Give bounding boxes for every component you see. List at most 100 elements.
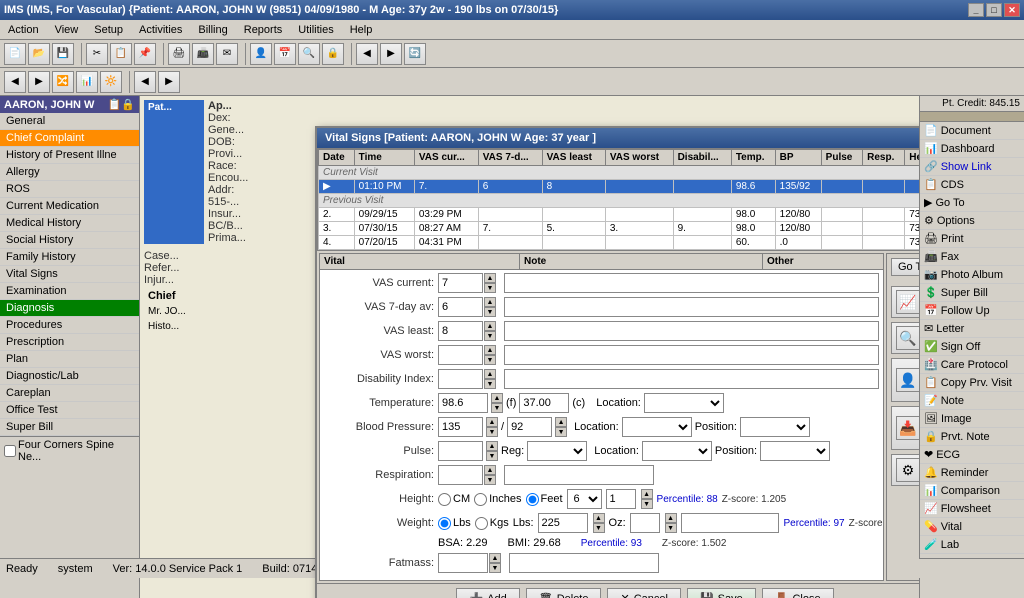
import-device-button[interactable]: 📥 Import from Device — [891, 406, 919, 450]
minimize-button[interactable]: _ — [968, 3, 984, 17]
sidebar-item-vital-signs[interactable]: Vital Signs — [0, 266, 139, 283]
vas-worst-up[interactable]: ▲ — [484, 345, 496, 355]
weight-lbs-up[interactable]: ▲ — [593, 513, 605, 523]
vas-7day-note[interactable] — [504, 297, 879, 317]
disability-input[interactable] — [438, 369, 483, 389]
weight-oz-input[interactable] — [630, 513, 660, 533]
table-row[interactable]: 3. 07/30/15 08:27 AM 7. 5. 3. 9. 98.0 12… — [319, 222, 920, 236]
delete-button[interactable]: 🗑 Delete — [526, 588, 602, 598]
tb-cut[interactable]: ✂ — [86, 43, 108, 65]
graph-button[interactable]: 📈 Graph — [891, 286, 919, 318]
tb2-btn2[interactable]: ▶ — [28, 71, 50, 93]
tb-search[interactable]: 🔍 — [298, 43, 320, 65]
bp-diastolic-input[interactable] — [507, 417, 552, 437]
pulse-position-select[interactable] — [760, 441, 830, 461]
sidebar-item-family-history[interactable]: Family History — [0, 249, 139, 266]
sidebar-item-current-med[interactable]: Current Medication — [0, 198, 139, 215]
sidebar-item-prescription[interactable]: Prescription — [0, 334, 139, 351]
right-item-goto[interactable]: ▶ Go To — [920, 194, 1024, 212]
menu-activities[interactable]: Activities — [135, 22, 186, 38]
tb-copy[interactable]: 📋 — [110, 43, 132, 65]
pulse-reg-select[interactable] — [527, 441, 587, 461]
tb2-btn7[interactable]: ▶ — [158, 71, 180, 93]
temperature-c-input[interactable] — [519, 393, 569, 413]
menu-help[interactable]: Help — [346, 22, 377, 38]
sidebar-item-office-test[interactable]: Office Test — [0, 402, 139, 419]
add-button[interactable]: ➕ Add — [456, 588, 519, 598]
vas-current-input[interactable] — [438, 273, 483, 293]
tb-open[interactable]: 📂 — [28, 43, 50, 65]
table-row[interactable]: 2. 09/29/15 03:29 PM 98.0 120/80 73.0 — [319, 208, 920, 222]
close-window-button[interactable]: ✕ — [1004, 3, 1020, 17]
analysis-button[interactable]: 🔍 Analysis — [891, 322, 919, 354]
goto-button[interactable]: Go To ▼ — [891, 258, 919, 276]
vas-least-down[interactable]: ▼ — [484, 331, 496, 341]
menu-reports[interactable]: Reports — [240, 22, 287, 38]
tb-back[interactable]: ◀ — [356, 43, 378, 65]
height-cm-radio-label[interactable]: CM — [438, 493, 470, 506]
weight-lbs-down[interactable]: ▼ — [593, 523, 605, 533]
right-item-image[interactable]: 🖼 Image — [920, 410, 1024, 428]
tb2-btn1[interactable]: ◀ — [4, 71, 26, 93]
right-item-sign-off[interactable]: ✅ Sign Off — [920, 338, 1024, 356]
menu-utilities[interactable]: Utilities — [294, 22, 337, 38]
temperature-f-input[interactable] — [438, 393, 488, 413]
weight-lbs-radio-label[interactable]: Lbs — [438, 517, 471, 530]
sidebar-item-general[interactable]: General — [0, 113, 139, 130]
weight-kgs-radio[interactable] — [475, 517, 488, 530]
temperature-location-select[interactable] — [644, 393, 724, 413]
right-item-show-link[interactable]: 🔗 Show Link — [920, 158, 1024, 176]
tb-person[interactable]: 👤 — [250, 43, 272, 65]
close-button[interactable]: 🚪 Close — [762, 588, 834, 598]
bp-systolic-input[interactable] — [438, 417, 483, 437]
vas-worst-down[interactable]: ▼ — [484, 355, 496, 365]
tb-lock[interactable]: 🔒 — [322, 43, 344, 65]
sidebar-item-ros[interactable]: ROS — [0, 181, 139, 198]
resp-down[interactable]: ▼ — [484, 475, 496, 485]
vas-worst-input[interactable] — [438, 345, 483, 365]
right-item-ecg[interactable]: ❤ ECG — [920, 446, 1024, 464]
sidebar-item-allergy[interactable]: Allergy — [0, 164, 139, 181]
maximize-button[interactable]: □ — [986, 3, 1002, 17]
height-up[interactable]: ▲ — [641, 489, 653, 499]
sidebar-item-chief-complaint[interactable]: Chief Complaint — [0, 130, 139, 147]
height-inches-radio[interactable] — [474, 493, 487, 506]
right-item-photo[interactable]: 📷 Photo Album — [920, 266, 1024, 284]
right-item-dashboard[interactable]: 📊 Dashboard — [920, 140, 1024, 158]
temp-f-down[interactable]: ▼ — [491, 403, 503, 413]
height-feet-radio[interactable] — [526, 493, 539, 506]
sidebar-item-diagnostic-lab[interactable]: Diagnostic/Lab — [0, 368, 139, 385]
vas-7day-up[interactable]: ▲ — [484, 297, 496, 307]
sidebar-item-social-history[interactable]: Social History — [0, 232, 139, 249]
disability-up[interactable]: ▲ — [484, 369, 496, 379]
height-feet-select[interactable]: 6 — [567, 489, 602, 509]
tb2-btn6[interactable]: ◀ — [134, 71, 156, 93]
menu-billing[interactable]: Billing — [194, 22, 231, 38]
fatmass-input[interactable] — [438, 553, 488, 573]
right-item-note[interactable]: 📝 Note — [920, 392, 1024, 410]
bp-dia-up[interactable]: ▲ — [555, 417, 567, 427]
pulse-input[interactable] — [438, 441, 483, 461]
bp-dia-down[interactable]: ▼ — [555, 427, 567, 437]
height-inches-input[interactable] — [606, 489, 636, 509]
vas-7day-down[interactable]: ▼ — [484, 307, 496, 317]
respiration-note[interactable] — [504, 465, 654, 485]
height-down[interactable]: ▼ — [641, 499, 653, 509]
right-item-reminder[interactable]: 🔔 Reminder — [920, 464, 1024, 482]
pulse-up[interactable]: ▲ — [486, 441, 498, 451]
height-cm-radio[interactable] — [438, 493, 451, 506]
tb2-btn3[interactable]: 🔀 — [52, 71, 74, 93]
disability-down[interactable]: ▼ — [484, 379, 496, 389]
vas-current-up[interactable]: ▲ — [484, 273, 496, 283]
vas-7day-input[interactable] — [438, 297, 483, 317]
set-default-button[interactable]: ⚙ Set Default — [891, 454, 919, 486]
right-item-document[interactable]: 📄 Document — [920, 122, 1024, 140]
table-row[interactable]: ▶ 01:10 PM 7. 6 8 98.6 135/92 — [319, 180, 920, 194]
vas-worst-note[interactable] — [504, 345, 879, 365]
weight-kgs-radio-label[interactable]: Kgs — [475, 517, 509, 530]
tb-fax[interactable]: 📠 — [192, 43, 214, 65]
sidebar-footer-checkbox[interactable] — [4, 445, 16, 457]
tb-refresh[interactable]: 🔄 — [404, 43, 426, 65]
sidebar-item-examination[interactable]: Examination — [0, 283, 139, 300]
menu-setup[interactable]: Setup — [90, 22, 127, 38]
